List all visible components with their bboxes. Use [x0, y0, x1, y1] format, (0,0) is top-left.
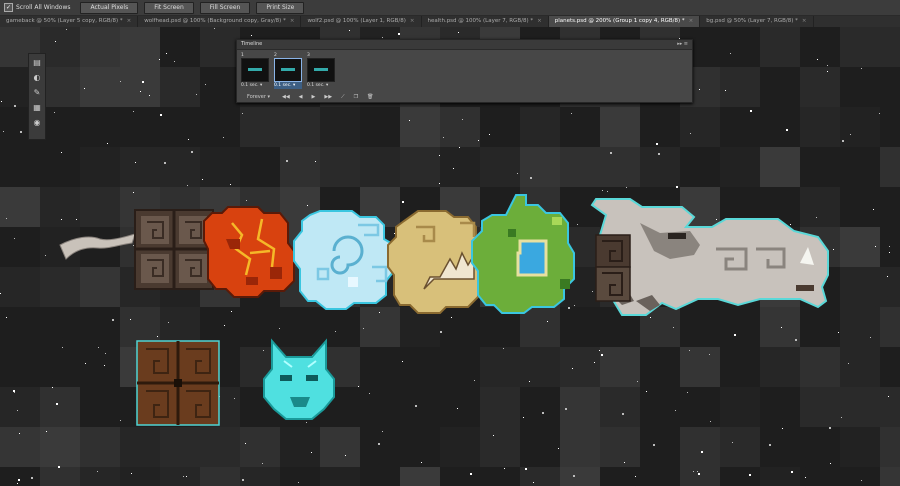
loop-select[interactable]: Forever ▾ [241, 94, 276, 100]
history-icon[interactable]: ▦ [31, 102, 43, 114]
timeline-header[interactable]: Timeline ▸▸ ≡ [237, 40, 692, 50]
first-frame-button[interactable]: ◀◀ [282, 94, 290, 100]
close-icon[interactable]: × [537, 18, 542, 24]
tab-label: bg.psd @ 50% (Layer 7, RGB/8) * [706, 18, 798, 24]
tab-label: gameback @ 50% (Layer 5 copy, RGB/8) * [6, 18, 123, 24]
tool-panel: ▤ ◐ ✎ ▦ ◉ [28, 53, 46, 140]
close-icon[interactable]: × [802, 18, 807, 24]
stone-block-sprite [134, 209, 214, 290]
print-size-button[interactable]: Print Size [256, 1, 305, 14]
ice-planet-sprite [293, 210, 395, 310]
frame-thumbnail[interactable] [307, 58, 335, 82]
play-button[interactable]: ▶ [312, 94, 316, 100]
tab-label: planets.psd @ 200% (Group 1 copy 4, RGB/… [554, 18, 685, 24]
tab-bg[interactable]: bg.psd @ 50% (Layer 7, RGB/8) * × [700, 16, 814, 27]
previous-frame-button[interactable]: ◀ [299, 94, 303, 100]
timeline-panel: Timeline ▸▸ ≡ 1 0.1 sec. ▾ 2 0.1 sec. ▾ … [236, 39, 693, 103]
channels-icon[interactable]: ◉ [31, 117, 43, 129]
close-icon[interactable]: × [689, 18, 694, 24]
tween-icon[interactable]: ⟋ [341, 94, 345, 100]
timeline-frame-1[interactable]: 1 0.1 sec. ▾ [241, 53, 269, 89]
close-icon[interactable]: × [290, 18, 295, 24]
brush-icon[interactable]: ✎ [31, 87, 43, 99]
new-frame-icon[interactable]: ❐ [354, 94, 358, 100]
frame-delay[interactable]: 0.1 sec. ▾ [241, 82, 269, 89]
close-icon[interactable]: × [410, 18, 415, 24]
brown-block-sprite [136, 340, 220, 426]
desert-planet-sprite [387, 210, 485, 314]
tab-label: wolf2.psd @ 100% (Layer 1, RGB/8) [307, 18, 406, 24]
close-icon[interactable]: × [127, 18, 132, 24]
next-frame-button[interactable]: ▶▶ [324, 94, 332, 100]
tab-planets[interactable]: planets.psd @ 200% (Group 1 copy 4, RGB/… [548, 16, 701, 27]
tab-wolfhead[interactable]: wolfhead.psd @ 100% (Background copy, Gr… [138, 16, 302, 27]
scroll-all-windows-checkbox[interactable]: ✓ Scroll All Windows [4, 3, 70, 12]
frame-thumbnail[interactable] [241, 58, 269, 82]
grass-planet-sprite [471, 194, 575, 314]
scroll-all-windows-label: Scroll All Windows [16, 4, 71, 11]
document-tabs: gameback @ 50% (Layer 5 copy, RGB/8) * × … [0, 16, 900, 27]
timeline-controls: Forever ▾ ◀◀ ◀ ▶ ▶▶ ⟋ ❐ 🗑 [241, 94, 382, 100]
delete-frame-icon[interactable]: 🗑 [367, 94, 373, 100]
checkbox-check-icon: ✓ [4, 3, 13, 12]
tab-label: wolfhead.psd @ 100% (Background copy, Gr… [144, 18, 286, 24]
frame-delay[interactable]: 0.1 sec. ▾ [307, 82, 335, 89]
panel-menu-icon[interactable]: ▸▸ ≡ [677, 40, 688, 49]
frame-delay[interactable]: 0.1 sec. ▾ [274, 82, 302, 89]
options-bar: ✓ Scroll All Windows Actual Pixels Fit S… [0, 0, 900, 16]
actual-pixels-button[interactable]: Actual Pixels [80, 1, 139, 14]
fill-screen-button[interactable]: Fill Screen [199, 1, 251, 14]
timeline-frame-2[interactable]: 2 0.1 sec. ▾ [274, 53, 302, 89]
tab-health[interactable]: health.psd @ 100% (Layer 7, RGB/8) * × [422, 16, 549, 27]
frame-list: 1 0.1 sec. ▾ 2 0.1 sec. ▾ 3 0.1 sec. ▾ [241, 53, 692, 89]
timeline-frame-3[interactable]: 3 0.1 sec. ▾ [307, 53, 335, 89]
tab-wolf2[interactable]: wolf2.psd @ 100% (Layer 1, RGB/8) × [301, 16, 422, 27]
timeline-title: Timeline [241, 41, 263, 47]
layers-icon[interactable]: ▤ [31, 57, 43, 69]
tab-label: health.psd @ 100% (Layer 7, RGB/8) * [427, 18, 534, 24]
frame-thumbnail[interactable] [274, 58, 302, 82]
lava-planet-sprite [203, 206, 295, 298]
adjustments-icon[interactable]: ◐ [31, 72, 43, 84]
tab-gameback[interactable]: gameback @ 50% (Layer 5 copy, RGB/8) * × [0, 16, 139, 27]
fit-screen-button[interactable]: Fit Screen [144, 1, 194, 14]
